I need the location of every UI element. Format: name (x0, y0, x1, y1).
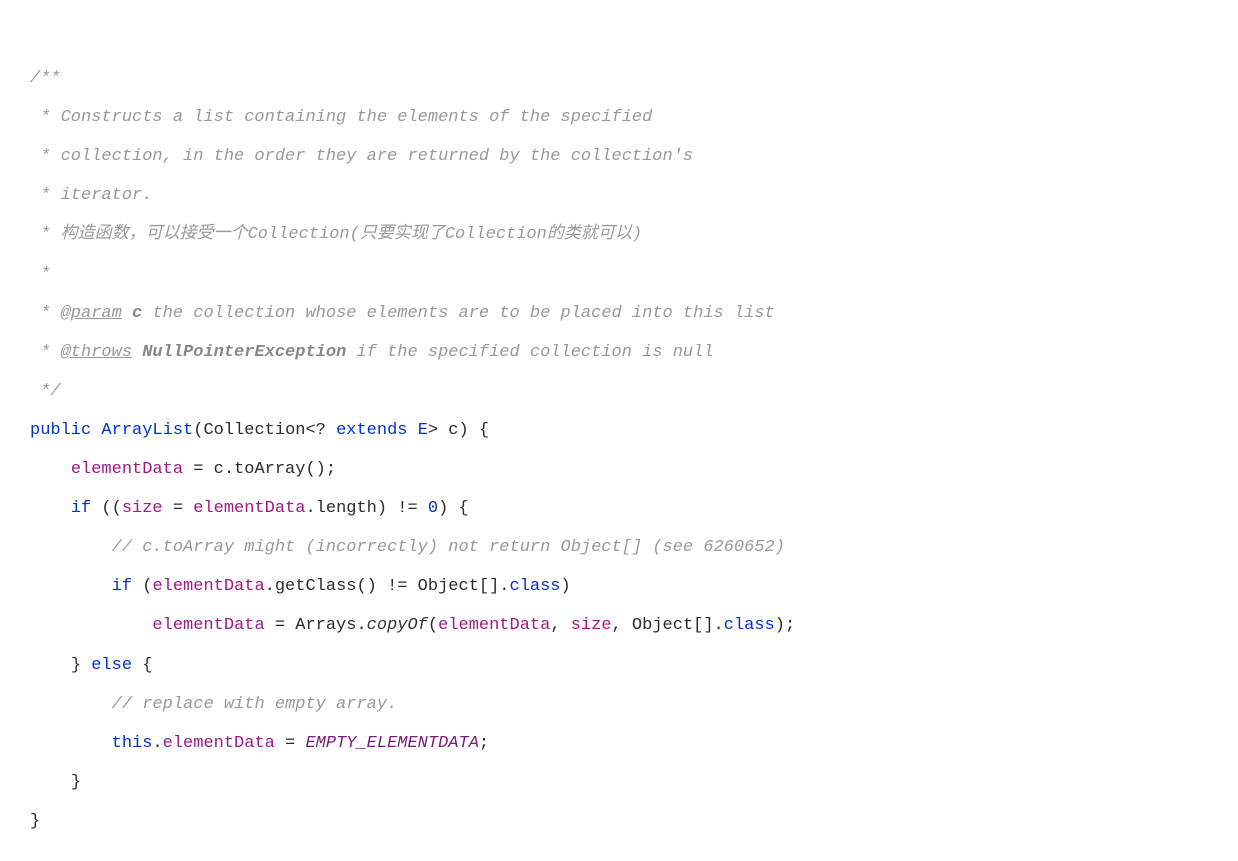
keyword-class: class (724, 616, 775, 635)
keyword-if: if (112, 577, 132, 596)
code-line: } (30, 812, 40, 831)
code-text: ) { (438, 499, 469, 518)
keyword-else: else (91, 656, 132, 675)
static-method: copyOf (367, 616, 428, 635)
code-text: . (152, 734, 162, 753)
code-line: if ((size = elementData.length) != 0) { (30, 499, 469, 518)
code-text: = Arrays. (265, 616, 367, 635)
field-ref: elementData (71, 460, 183, 479)
javadoc-tag: @throws (61, 343, 132, 362)
code-text: = (275, 734, 306, 753)
code-text: } (30, 812, 40, 831)
code-text: ) (561, 577, 571, 596)
keyword-if: if (71, 499, 91, 518)
field-ref: elementData (193, 499, 305, 518)
comment-line: * iterator. (30, 186, 152, 205)
field-ref: elementData (152, 616, 264, 635)
code-text: ( (428, 616, 438, 635)
code-text: { (132, 656, 152, 675)
method-name: ArrayList (91, 421, 193, 440)
javadoc-throws-line: * @throws NullPointerException if the sp… (30, 343, 714, 362)
constant-ref: EMPTY_ELEMENTDATA (305, 734, 478, 753)
method-signature: public ArrayList(Collection<? extends E>… (30, 421, 489, 440)
comment-line: */ (30, 382, 61, 401)
keyword-this: this (112, 734, 153, 753)
keyword-extends: extends (336, 421, 407, 440)
code-text: , (550, 616, 570, 635)
code-text: (( (91, 499, 122, 518)
code-line: } (30, 773, 81, 792)
comment-line: * 构造函数，可以接受一个Collection(只要实现了Collection的… (30, 225, 642, 244)
code-text: } (71, 656, 91, 675)
code-line: if (elementData.getClass() != Object[].c… (30, 577, 571, 596)
param-name: c (122, 304, 153, 323)
comment-line: /** (30, 69, 61, 88)
field-ref: size (122, 499, 163, 518)
code-text: .getClass() != Object[]. (265, 577, 510, 596)
code-text: ( (132, 577, 152, 596)
comment-star: * (30, 304, 61, 323)
field-ref: size (571, 616, 612, 635)
code-text: (Collection<? (193, 421, 336, 440)
code-text: = c.toArray(); (183, 460, 336, 479)
keyword-public: public (30, 421, 91, 440)
comment-line: * Constructs a list containing the eleme… (30, 108, 652, 127)
exception-name: NullPointerException (132, 343, 356, 362)
field-ref: elementData (163, 734, 275, 753)
code-text: > c) { (428, 421, 489, 440)
comment-line: // replace with empty array. (112, 695, 398, 714)
code-line: // replace with empty array. (30, 695, 397, 714)
code-text: ); (775, 616, 795, 635)
javadoc-tag: @param (61, 304, 122, 323)
code-line: this.elementData = EMPTY_ELEMENTDATA; (30, 734, 489, 753)
code-line: elementData = Arrays.copyOf(elementData,… (30, 616, 795, 635)
field-ref: elementData (152, 577, 264, 596)
field-ref: elementData (438, 616, 550, 635)
code-text: ; (479, 734, 489, 753)
code-line: // c.toArray might (incorrectly) not ret… (30, 538, 785, 557)
code-line: elementData = c.toArray(); (30, 460, 336, 479)
type-param: E (408, 421, 428, 440)
comment-star: * (30, 343, 61, 362)
param-desc: the collection whose elements are to be … (152, 304, 774, 323)
code-block: /** * Constructs a list containing the e… (30, 20, 1208, 841)
code-text: .length) != (305, 499, 427, 518)
comment-line: // c.toArray might (incorrectly) not ret… (112, 538, 785, 557)
javadoc-param-line: * @param c the collection whose elements… (30, 304, 775, 323)
code-line: } else { (30, 656, 152, 675)
throws-desc: if the specified collection is null (356, 343, 713, 362)
code-text: = (163, 499, 194, 518)
keyword-class: class (510, 577, 561, 596)
number-literal: 0 (428, 499, 438, 518)
comment-line: * collection, in the order they are retu… (30, 147, 693, 166)
code-text: , Object[]. (612, 616, 724, 635)
comment-line: * (30, 265, 50, 284)
code-text: } (71, 773, 81, 792)
